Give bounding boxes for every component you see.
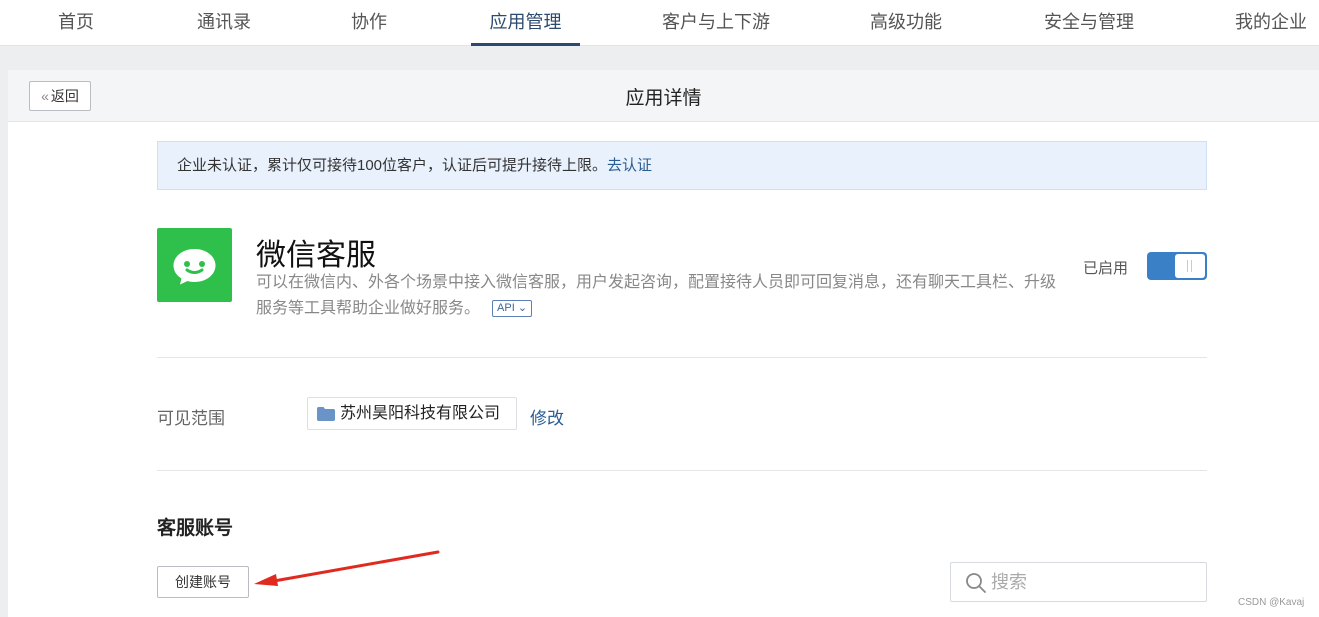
nav-item-app-management[interactable]: 应用管理 — [471, 0, 580, 46]
verify-link[interactable]: 去认证 — [607, 157, 652, 174]
top-navigation: 首页 通讯录 协作 应用管理 客户与上下游 高级功能 安全与管理 我的企业 — [0, 0, 1319, 46]
card-header: «返回 应用详情 — [8, 70, 1319, 122]
app-name: 微信客服 — [256, 239, 376, 272]
nav-item-home[interactable]: 首页 — [49, 0, 103, 46]
chevron-down-icon: ⌄ — [517, 302, 528, 314]
api-tag-label: API — [497, 302, 515, 314]
search-input[interactable] — [991, 567, 1191, 597]
visible-scope-label: 可见范围 — [157, 409, 225, 428]
divider — [157, 357, 1207, 358]
nav-item-advanced[interactable]: 高级功能 — [866, 0, 946, 46]
verification-notice: 企业未认证，累计仅可接待100位客户，认证后可提升接待上限。去认证 — [157, 141, 1207, 190]
status-label: 已启用 — [1083, 260, 1129, 277]
app-description-text: 可以在微信内、外各个场景中接入微信客服，用户发起咨询，配置接待人员即可回复消息，… — [256, 274, 1057, 317]
chat-bubble-icon — [157, 228, 232, 302]
edit-scope-link[interactable]: 修改 — [530, 404, 564, 429]
page-title: 应用详情 — [625, 88, 702, 109]
api-dropdown-tag[interactable]: API ⌄ — [492, 300, 533, 317]
section-title-accounts: 客服账号 — [157, 518, 234, 539]
nav-item-customers[interactable]: 客户与上下游 — [658, 0, 774, 46]
search-box[interactable] — [950, 562, 1207, 602]
nav-item-collaboration[interactable]: 协作 — [342, 0, 396, 46]
nav-item-my-enterprise[interactable]: 我的企业 — [1230, 0, 1312, 46]
nav-item-contacts[interactable]: 通讯录 — [188, 0, 260, 46]
notice-text: 企业未认证，累计仅可接待100位客户，认证后可提升接待上限。 — [177, 157, 608, 174]
red-arrow-annotation — [254, 550, 440, 586]
app-description: 可以在微信内、外各个场景中接入微信客服，用户发起咨询，配置接待人员即可回复消息，… — [256, 270, 1066, 322]
scope-value: 苏州昊阳科技有限公司 — [340, 405, 501, 422]
toggle-knob — [1175, 254, 1205, 278]
folder-icon — [317, 407, 335, 421]
search-icon — [966, 573, 986, 593]
enable-toggle[interactable] — [1147, 252, 1207, 280]
app-detail-card: «返回 应用详情 企业未认证，累计仅可接待100位客户，认证后可提升接待上限。去… — [8, 70, 1319, 617]
scope-department-chip: 苏州昊阳科技有限公司 — [307, 397, 517, 430]
nav-item-security[interactable]: 安全与管理 — [1040, 0, 1138, 46]
divider — [157, 470, 1207, 471]
watermark: CSDN @Kavaj — [1238, 597, 1305, 608]
create-account-button[interactable]: 创建账号 — [157, 566, 249, 598]
